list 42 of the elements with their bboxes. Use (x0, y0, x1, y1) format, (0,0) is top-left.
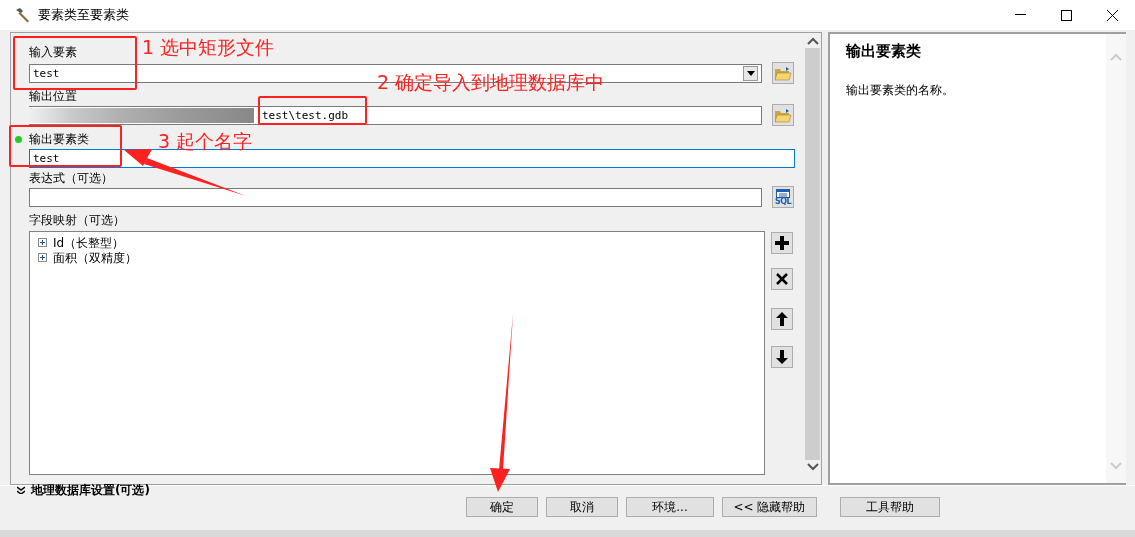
dialog-button[interactable]: 取消 (546, 497, 618, 517)
ok-button[interactable]: 确定 (466, 497, 538, 517)
annotation-text: 1 选中矩形文件 (142, 38, 275, 57)
section-label[interactable]: 地理数据库设置(可选) (31, 483, 150, 496)
remove-button[interactable] (771, 268, 793, 290)
field-label: 表达式（可选） (29, 171, 113, 185)
plus-icon (775, 236, 789, 250)
folder-icon (774, 107, 792, 123)
expand-icon[interactable] (17, 485, 25, 494)
annotation-text: 3 起个名字 (158, 132, 253, 151)
chevron-up-icon (806, 36, 819, 46)
field-label: 输出位置 (29, 89, 77, 103)
field-label: 输入要素 (29, 45, 77, 59)
help-title: 输出要素类 (846, 41, 922, 62)
window-icon (776, 188, 790, 198)
expand-icon[interactable] (38, 238, 47, 247)
dialog-button[interactable]: << 隐藏帮助 (722, 497, 817, 517)
input-field[interactable]: test\test.gdb (29, 105, 762, 125)
chevron-up-icon (1110, 52, 1122, 62)
help-scrollbar[interactable] (1106, 34, 1126, 483)
dialog-button[interactable]: 环境... (626, 497, 714, 517)
chevron-down-icon (1110, 461, 1122, 471)
dropdown-icon[interactable] (743, 65, 758, 81)
input-field[interactable] (29, 187, 762, 207)
arrow-up-icon (776, 312, 788, 326)
chevron-down-icon (806, 462, 819, 472)
field-label: 字段映射（可选） (29, 213, 126, 227)
close-icon (1106, 9, 1118, 21)
maximize-icon (1060, 9, 1072, 21)
move-down-button[interactable] (771, 346, 793, 368)
window-title: 要素类至要素类 (38, 6, 129, 25)
field-label: 输出要素类 (29, 132, 89, 146)
move-up-button[interactable] (771, 308, 793, 330)
dialog-button[interactable]: 工具帮助 (840, 497, 940, 517)
expand-icon[interactable] (38, 253, 47, 262)
hammer-icon (14, 7, 32, 23)
arrow-down-icon (776, 350, 788, 364)
folder-icon (774, 65, 792, 81)
help-text: 输出要素类的名称。 (846, 81, 955, 99)
add-button[interactable] (771, 232, 793, 254)
close-icon (776, 273, 788, 285)
minimize-icon (1014, 14, 1026, 16)
